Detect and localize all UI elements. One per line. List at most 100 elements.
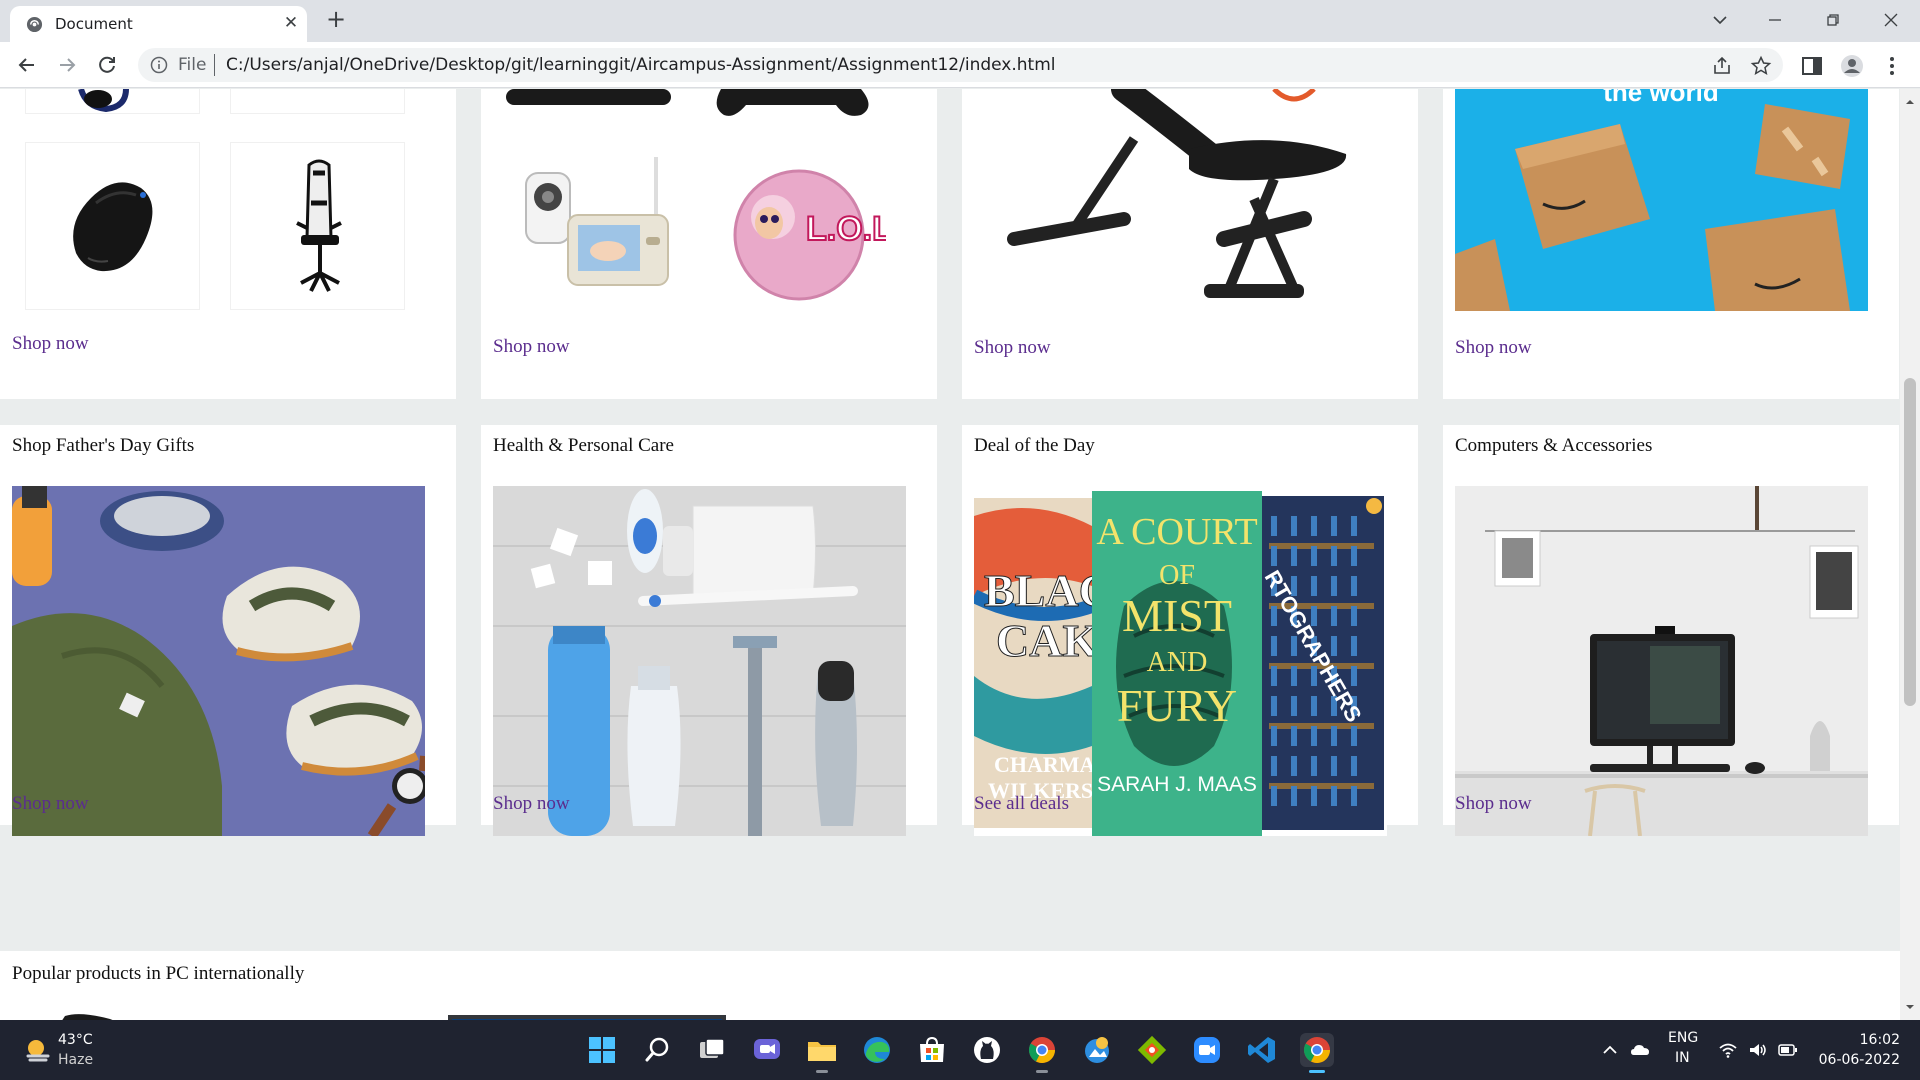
star-icon[interactable] [1750, 55, 1772, 77]
tab-close-icon[interactable]: ✕ [282, 14, 300, 32]
book-center-title-2: OF [1159, 560, 1195, 591]
task-view-icon[interactable] [695, 1033, 729, 1067]
tab-search-chevron-icon[interactable] [1705, 5, 1735, 35]
shop-now-link[interactable]: Shop now [493, 793, 570, 815]
chrome-icon[interactable] [1025, 1033, 1059, 1073]
see-all-deals-link[interactable]: See all deals [974, 793, 1069, 815]
headset-image [78, 89, 129, 113]
amazon-boxes-picture: the world [1455, 89, 1868, 311]
card-computers-accessories: Computers & Accessories Shop now [1443, 425, 1899, 836]
photos-icon[interactable] [1080, 1033, 1114, 1067]
reload-icon[interactable] [94, 52, 120, 78]
edge-icon[interactable] [860, 1033, 894, 1067]
scroll-down-arrow-icon[interactable] [1905, 1002, 1915, 1012]
sidebar-icon[interactable] [1800, 54, 1824, 78]
gaming-chair-image [296, 159, 342, 292]
shop-now-link[interactable]: Shop now [493, 336, 570, 358]
card-fathers-day: Shop Father's Day Gifts Shop now [0, 425, 456, 836]
chat-icon[interactable] [750, 1033, 784, 1067]
lol-doll-tile[interactable]: L.O.L. [711, 155, 886, 305]
close-window-icon[interactable] [1876, 5, 1906, 35]
menu-icon[interactable] [1880, 54, 1904, 78]
workout-bench-picture [974, 89, 1387, 311]
shop-now-link[interactable]: Shop now [12, 793, 89, 815]
card-popular-products: Popular products in PC internationally [0, 951, 1900, 1020]
computer-desk-picture [1455, 486, 1868, 836]
books-deal-picture: BLAC CAK CHARMAI WILKERS RTOGRAPHERS A C… [974, 486, 1387, 836]
onedrive-cloud-icon[interactable] [1630, 1040, 1650, 1060]
input-region[interactable]: IN [1675, 1050, 1690, 1066]
banner-text: the world [1603, 89, 1719, 107]
tile-top-right-1[interactable] [230, 89, 405, 114]
weather-description: Haze [58, 1052, 94, 1068]
chrome-active-icon[interactable] [1300, 1033, 1334, 1073]
gaming-mouse-tile[interactable] [25, 142, 200, 310]
weather-temperature: 43°C [58, 1032, 93, 1048]
card-health-personal-care: Health & Personal Care Shop now [481, 425, 937, 836]
card-deal-of-the-day: Deal of the Day BLAC CAK CHARMAI WILKERS… [962, 425, 1418, 836]
card-amazon-delivery: the world Shop now [1443, 89, 1899, 399]
popular-products-carousel[interactable] [0, 1001, 1900, 1020]
shop-now-link[interactable]: Shop now [1455, 337, 1532, 359]
new-tab-button[interactable]: + [324, 7, 348, 32]
profile-icon[interactable] [1840, 54, 1864, 78]
vscode-icon[interactable] [1245, 1033, 1279, 1067]
windows-start-icon[interactable] [585, 1033, 619, 1067]
card-title: Health & Personal Care [493, 435, 674, 456]
address-bar[interactable]: File C:/Users/anjal/OneDrive/Desktop/git… [138, 48, 1783, 82]
file-explorer-icon[interactable] [805, 1033, 839, 1073]
back-icon[interactable] [14, 52, 40, 78]
baby-monitor-tile[interactable] [506, 155, 681, 305]
scroll-up-arrow-icon[interactable] [1905, 97, 1915, 107]
fathers-day-image[interactable] [12, 486, 425, 836]
card-title: Computers & Accessories [1455, 435, 1653, 456]
browser-tab[interactable]: Document ✕ [10, 6, 307, 42]
browser-toolbar: File C:/Users/anjal/OneDrive/Desktop/git… [0, 42, 1920, 88]
workout-bench-image[interactable] [974, 89, 1387, 311]
info-icon[interactable] [150, 56, 168, 74]
shop-now-link[interactable]: Shop now [12, 333, 89, 355]
git-icon[interactable] [1135, 1033, 1169, 1067]
shop-now-link[interactable]: Shop now [974, 337, 1051, 359]
weather-icon[interactable] [24, 1036, 52, 1064]
address-separator [214, 54, 215, 76]
card-electronics-toys: L.O.L. Shop now [481, 89, 937, 399]
book-center-title-5: FURY [1117, 680, 1237, 731]
clock-time: 16:02 [1859, 1032, 1900, 1048]
scroll-thumb[interactable] [1904, 378, 1916, 706]
chevron-up-icon[interactable] [1600, 1040, 1620, 1060]
page-viewport: Shop now L.O.L Shop now Shop now the wor… [0, 89, 1900, 1020]
health-care-picture [493, 486, 906, 836]
gaming-chair-tile[interactable] [230, 142, 405, 310]
forward-icon[interactable] [54, 52, 80, 78]
page-scrollbar[interactable] [1900, 89, 1920, 1020]
system-clock[interactable]: 16:02 06-06-2022 [1818, 1030, 1900, 1070]
health-care-image[interactable] [493, 486, 906, 836]
computer-desk-image[interactable] [1455, 486, 1868, 836]
store-icon[interactable] [915, 1033, 949, 1067]
amazon-boxes-banner[interactable]: the world [1455, 89, 1868, 311]
zoom-icon[interactable] [1190, 1033, 1224, 1067]
shop-now-link[interactable]: Shop now [1455, 793, 1532, 815]
headset-tile[interactable] [25, 89, 200, 114]
address-scheme: File [178, 55, 207, 75]
volume-icon[interactable] [1748, 1040, 1768, 1060]
lol-doll-label: L.O.L. [806, 210, 886, 248]
github-icon[interactable] [970, 1033, 1004, 1067]
address-url[interactable]: C:/Users/anjal/OneDrive/Desktop/git/lear… [226, 55, 1056, 75]
wifi-icon[interactable] [1718, 1040, 1738, 1060]
lol-doll-ball-image: L.O.L. [733, 169, 886, 301]
battery-icon[interactable] [1778, 1040, 1798, 1060]
books-deal-image[interactable]: BLAC CAK CHARMAI WILKERS RTOGRAPHERS A C… [974, 486, 1387, 836]
input-language[interactable]: ENG [1668, 1030, 1698, 1046]
running-indicator [1036, 1070, 1048, 1073]
share-icon[interactable] [1711, 55, 1733, 77]
card-title: Deal of the Day [974, 435, 1095, 456]
popular-products-title: Popular products in PC internationally [12, 963, 305, 984]
tab-strip: Document ✕ + [0, 0, 1920, 42]
search-icon[interactable] [640, 1033, 674, 1067]
controller-image [506, 89, 869, 116]
document-favicon [26, 16, 43, 33]
minimize-icon[interactable] [1760, 5, 1790, 35]
restore-icon[interactable] [1818, 5, 1848, 35]
